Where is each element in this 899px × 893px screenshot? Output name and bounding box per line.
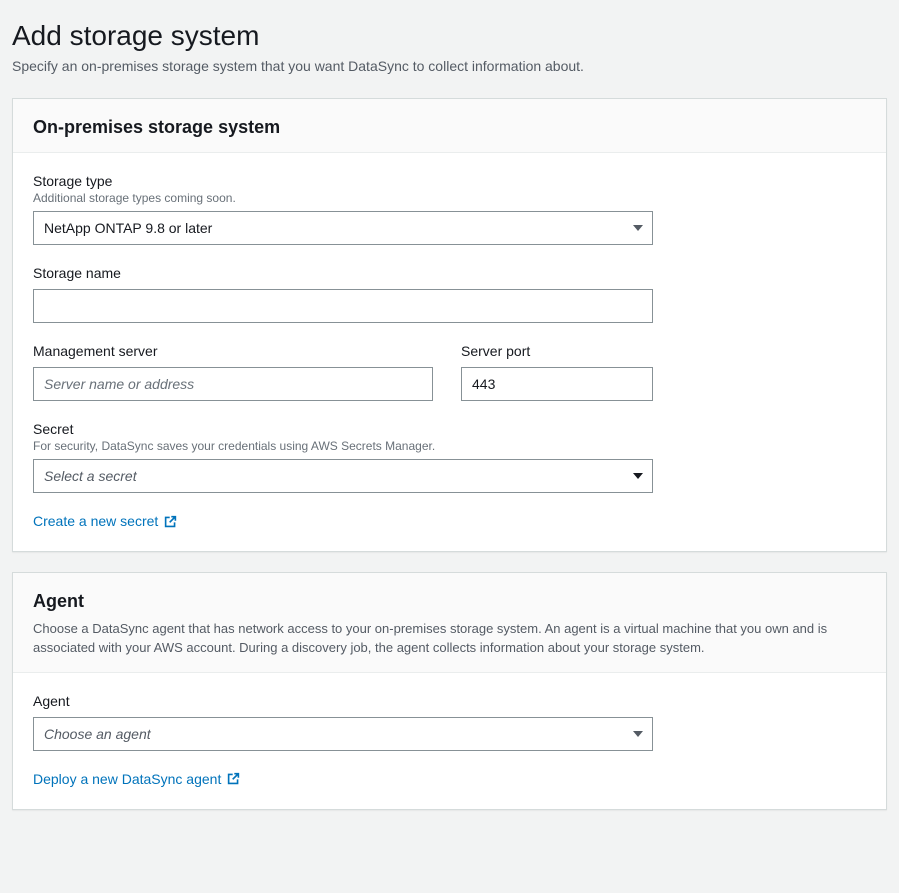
- server-port-input[interactable]: [461, 367, 653, 401]
- storage-type-value: NetApp ONTAP 9.8 or later: [44, 220, 212, 236]
- agent-placeholder: Choose an agent: [44, 726, 151, 742]
- create-secret-row: Create a new secret: [33, 513, 866, 529]
- agent-field: Agent Choose an agent: [33, 693, 866, 751]
- agent-panel-title: Agent: [33, 591, 866, 612]
- external-link-icon: [164, 515, 177, 528]
- secret-select[interactable]: Select a secret: [33, 459, 653, 493]
- server-port-label: Server port: [461, 343, 653, 359]
- storage-panel-title: On-premises storage system: [33, 117, 866, 138]
- agent-panel-desc: Choose a DataSync agent that has network…: [33, 620, 866, 658]
- secret-placeholder: Select a secret: [44, 468, 137, 484]
- storage-name-input[interactable]: [33, 289, 653, 323]
- server-row: Management server Server port: [33, 343, 866, 401]
- page-subtitle: Specify an on-premises storage system th…: [12, 58, 887, 74]
- external-link-icon: [227, 772, 240, 785]
- management-server-label: Management server: [33, 343, 433, 359]
- create-secret-link-text: Create a new secret: [33, 513, 158, 529]
- agent-select[interactable]: Choose an agent: [33, 717, 653, 751]
- storage-panel-header: On-premises storage system: [13, 99, 886, 153]
- server-port-field: Server port: [461, 343, 653, 401]
- storage-name-field: Storage name: [33, 265, 866, 323]
- secret-label: Secret: [33, 421, 866, 437]
- deploy-agent-link-text: Deploy a new DataSync agent: [33, 771, 221, 787]
- agent-label: Agent: [33, 693, 866, 709]
- management-server-input[interactable]: [33, 367, 433, 401]
- create-secret-link[interactable]: Create a new secret: [33, 513, 177, 529]
- storage-type-hint: Additional storage types coming soon.: [33, 191, 866, 205]
- page-title: Add storage system: [12, 20, 887, 52]
- deploy-agent-row: Deploy a new DataSync agent: [33, 771, 866, 787]
- storage-panel: On-premises storage system Storage type …: [12, 98, 887, 552]
- storage-type-select[interactable]: NetApp ONTAP 9.8 or later: [33, 211, 653, 245]
- storage-name-label: Storage name: [33, 265, 866, 281]
- storage-type-label: Storage type: [33, 173, 866, 189]
- management-server-field: Management server: [33, 343, 433, 401]
- secret-hint: For security, DataSync saves your creden…: [33, 439, 866, 453]
- storage-type-field: Storage type Additional storage types co…: [33, 173, 866, 245]
- agent-panel-header: Agent Choose a DataSync agent that has n…: [13, 573, 886, 673]
- agent-panel: Agent Choose a DataSync agent that has n…: [12, 572, 887, 810]
- secret-field: Secret For security, DataSync saves your…: [33, 421, 866, 493]
- deploy-agent-link[interactable]: Deploy a new DataSync agent: [33, 771, 240, 787]
